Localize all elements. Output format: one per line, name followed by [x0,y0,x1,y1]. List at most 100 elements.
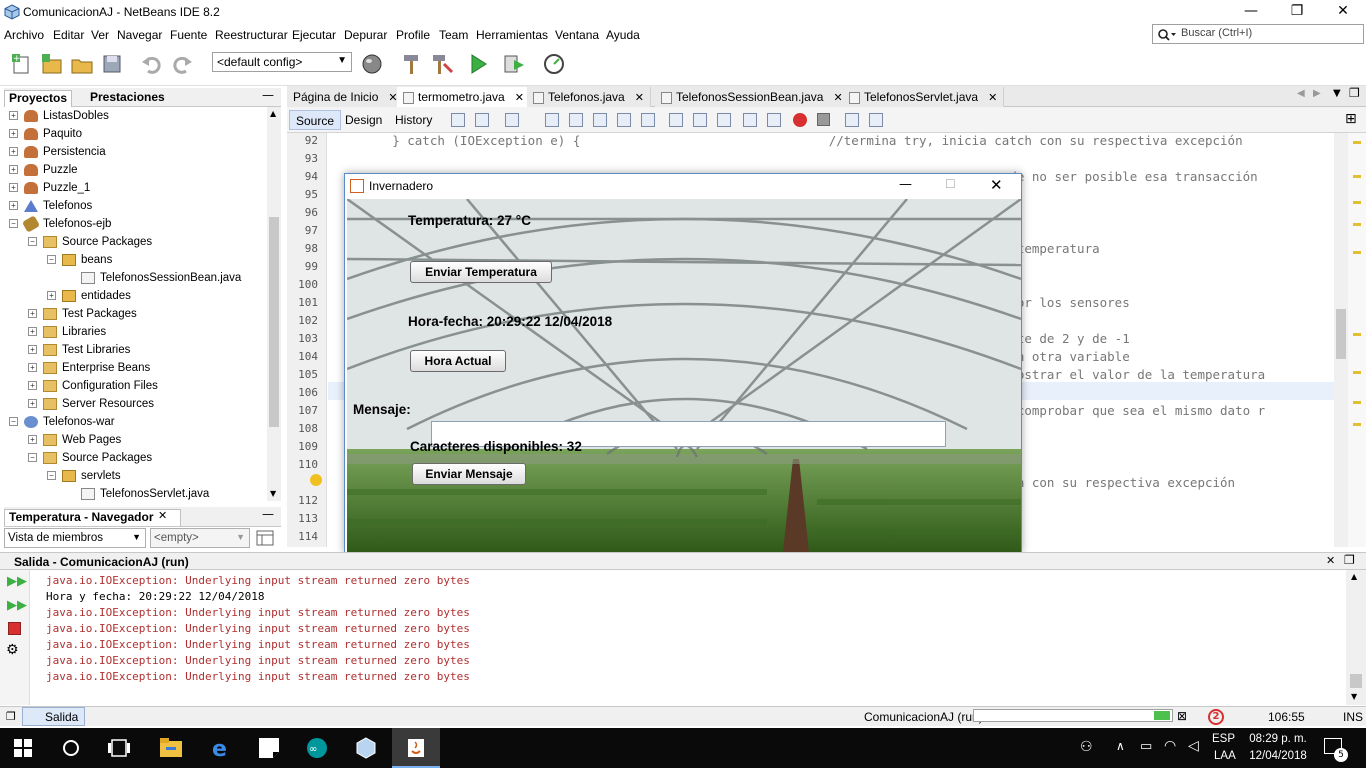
java-app-taskbar-button[interactable] [392,728,440,768]
scroll-up-icon[interactable]: ▲ [270,109,276,118]
people-icon[interactable]: ⚇ [1080,739,1093,755]
show-hidden-icons[interactable]: ∧ [1116,739,1125,753]
next-bookmark-icon[interactable] [693,113,707,127]
enviar-mensaje-button[interactable]: Enviar Mensaje [412,463,526,485]
tree-item[interactable]: + Puzzle [9,161,78,179]
sticky-notes-icon[interactable] [259,738,279,758]
tree-item[interactable]: TelefonosServlet.java [66,485,209,501]
navigator-member-select[interactable]: <empty> ▼ [150,528,250,548]
volume-icon[interactable]: ◁ [1188,738,1199,754]
stop-icon[interactable] [8,622,21,635]
maximize-button[interactable]: ❐ [1274,0,1320,24]
menu-archivo[interactable]: Archivo [4,28,44,42]
arduino-icon[interactable]: ∞ [306,737,328,759]
toggle-highlight-icon[interactable] [617,113,631,127]
menu-ventana[interactable]: Ventana [555,28,599,42]
tab-telefonosservlet-java[interactable]: TelefonosServlet.java ✕ [843,87,1005,107]
close-icon[interactable]: ✕ [635,92,644,104]
expand-icon[interactable]: + [47,291,56,301]
navigator-title[interactable]: Temperatura - Navegador [4,509,181,526]
expand-icon[interactable]: + [28,363,37,373]
project-tree-scrollbar[interactable]: ▲ ▼ [267,107,281,501]
minimize-button[interactable]: — [899,177,912,192]
search-input[interactable]: Buscar (Ctrl+I) [1152,24,1364,44]
cancel-task-icon[interactable]: ⊠ [1177,709,1187,723]
tree-item[interactable]: + Persistencia [9,143,106,161]
new-file-icon[interactable]: + [10,52,34,76]
profile-icon[interactable] [542,52,566,76]
build-hammer-icon[interactable] [400,52,424,76]
rerun-icon[interactable]: ▶▶ [7,574,27,589]
comment-icon[interactable] [845,113,859,127]
scroll-thumb[interactable] [269,217,279,427]
edge-browser-icon[interactable]: e [210,737,232,759]
globe-icon[interactable] [360,52,384,76]
wifi-icon[interactable]: ◠ [1164,738,1176,754]
maximize-button[interactable]: ☐ [945,177,956,191]
expand-icon[interactable]: + [9,129,18,139]
expand-icon[interactable]: + [28,435,37,445]
find-previous-icon[interactable] [569,113,583,127]
collapse-icon[interactable]: − [28,237,37,247]
menu-ayuda[interactable]: Ayuda [606,28,640,42]
hora-actual-button[interactable]: Hora Actual [410,350,506,372]
tab-pagina-de-inicio[interactable]: Página de Inicio ✕ [287,87,405,107]
scroll-up-icon[interactable]: ▲ [1351,572,1357,581]
file-explorer-icon[interactable] [160,738,182,758]
expand-icon[interactable]: + [9,201,18,211]
menu-reestructurar[interactable]: Reestructurar [215,28,288,42]
toggle-rect-select-icon[interactable] [641,113,655,127]
mode-source[interactable]: Source [289,110,342,130]
navigator-options-icon[interactable] [256,530,274,546]
minimize-panel-icon[interactable]: — [262,507,274,521]
scroll-down-icon[interactable]: ▼ [1351,692,1357,701]
collapse-icon[interactable]: − [47,255,56,265]
tree-item[interactable]: − Telefonos-war [9,413,115,431]
tree-item[interactable]: + Paquito [9,125,82,143]
scroll-down-icon[interactable]: ▼ [270,489,276,498]
start-macro-icon[interactable] [793,113,807,127]
menu-herramientas[interactable]: Herramientas [476,28,548,42]
shift-right-icon[interactable] [767,113,781,127]
tree-item[interactable]: − Source Packages [28,449,152,467]
menu-navegar[interactable]: Navegar [117,28,162,42]
tree-item[interactable]: + Test Packages [28,305,137,323]
notifications-badge[interactable]: 2 [1208,709,1224,725]
stop-macro-icon[interactable] [817,113,830,126]
open-project-icon[interactable] [70,52,94,76]
undo-icon[interactable] [140,52,164,76]
close-icon[interactable]: ✕ [833,92,842,104]
tree-item[interactable]: + Configuration Files [28,377,158,395]
settings-icon[interactable]: ⚙ [6,642,19,658]
previous-bookmark-icon[interactable] [669,113,683,127]
rerun-with-options-icon[interactable]: ▶▶ [7,598,27,613]
scroll-right-icon[interactable]: ▶ [1313,88,1321,99]
menu-fuente[interactable]: Fuente [170,28,207,42]
tree-item[interactable]: − Source Packages [28,233,152,251]
tab-telefonos-java[interactable]: Telefonos.java ✕ [527,87,651,107]
menu-profile[interactable]: Profile [396,28,430,42]
tree-item[interactable]: + entidades [47,287,131,305]
tree-item[interactable]: + Web Pages [28,431,121,449]
scroll-left-icon[interactable]: ◀ [1297,88,1305,99]
mode-design[interactable]: Design [339,110,388,130]
tree-item[interactable]: + Test Libraries [28,341,130,359]
find-icon[interactable] [545,113,559,127]
output-console[interactable]: java.io.IOException: Underlying input st… [30,570,1346,705]
input-language-region[interactable]: LAA [1214,750,1236,762]
tab-telefonossessionbean-java[interactable]: TelefonosSessionBean.java ✕ [655,87,850,107]
collapse-icon[interactable]: − [9,219,18,229]
forward-icon[interactable] [505,113,519,127]
last-edit-icon[interactable] [451,113,465,127]
split-editor-icon[interactable]: ⊞ [1345,111,1357,127]
expand-icon[interactable]: + [28,345,37,355]
battery-icon[interactable]: ▭ [1140,739,1152,754]
tab-proyectos[interactable]: Proyectos [4,90,73,107]
collapse-icon[interactable]: − [47,471,56,481]
tree-item[interactable]: + Puzzle_1 [9,179,90,197]
close-icon[interactable]: ✕ [158,509,167,522]
tree-item[interactable]: + ListasDobles [9,107,109,125]
expand-icon[interactable]: + [28,327,37,337]
expand-icon[interactable]: + [28,309,37,319]
debug-icon[interactable] [502,52,526,76]
